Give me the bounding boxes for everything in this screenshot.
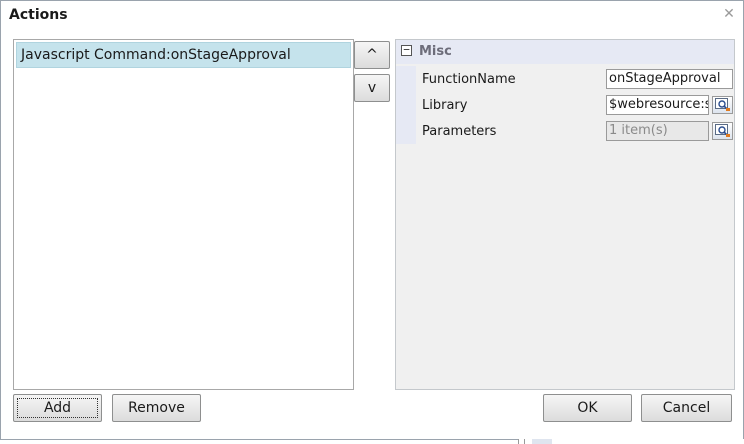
row-gutter — [396, 66, 416, 92]
category-label: Misc — [419, 44, 452, 59]
close-icon[interactable]: ✕ — [723, 7, 735, 21]
property-row-library: Library $webresource:ss — [396, 92, 734, 118]
collapse-icon[interactable]: − — [401, 44, 412, 56]
row-gutter — [396, 118, 416, 144]
category-header-misc[interactable]: − Misc — [396, 40, 734, 64]
property-name: Library — [422, 98, 468, 113]
property-name: Parameters — [422, 124, 497, 139]
add-button-label: Add — [43, 400, 72, 416]
add-button[interactable]: Add — [13, 394, 102, 422]
remove-button[interactable]: Remove — [112, 394, 201, 422]
background-panel — [532, 439, 552, 444]
parameters-field: 1 item(s) — [606, 121, 709, 141]
property-row-parameters: Parameters 1 item(s) — [396, 118, 734, 144]
library-lookup-icon[interactable] — [712, 96, 733, 114]
divider — [518, 439, 519, 444]
property-grid: − Misc FunctionName onStageApproval Libr… — [395, 39, 735, 390]
move-down-button[interactable]: v — [354, 74, 390, 102]
library-field[interactable]: $webresource:ss — [606, 95, 709, 115]
dialog-title: Actions — [9, 7, 68, 23]
move-up-button[interactable]: ^ — [354, 41, 390, 69]
parameters-lookup-icon[interactable] — [712, 122, 733, 140]
ok-button[interactable]: OK — [543, 394, 632, 422]
actions-list[interactable]: Javascript Command:onStageApproval — [13, 39, 354, 390]
cancel-button[interactable]: Cancel — [641, 394, 732, 422]
property-row-functionname: FunctionName onStageApproval — [396, 66, 734, 92]
background-window-edge — [518, 439, 744, 444]
divider — [524, 439, 525, 444]
actions-dialog: Actions ✕ Javascript Command:onStageAppr… — [0, 0, 744, 440]
functionname-field[interactable]: onStageApproval — [606, 69, 733, 89]
property-name: FunctionName — [422, 72, 516, 87]
list-item-action[interactable]: Javascript Command:onStageApproval — [16, 42, 351, 68]
row-gutter — [396, 92, 416, 118]
